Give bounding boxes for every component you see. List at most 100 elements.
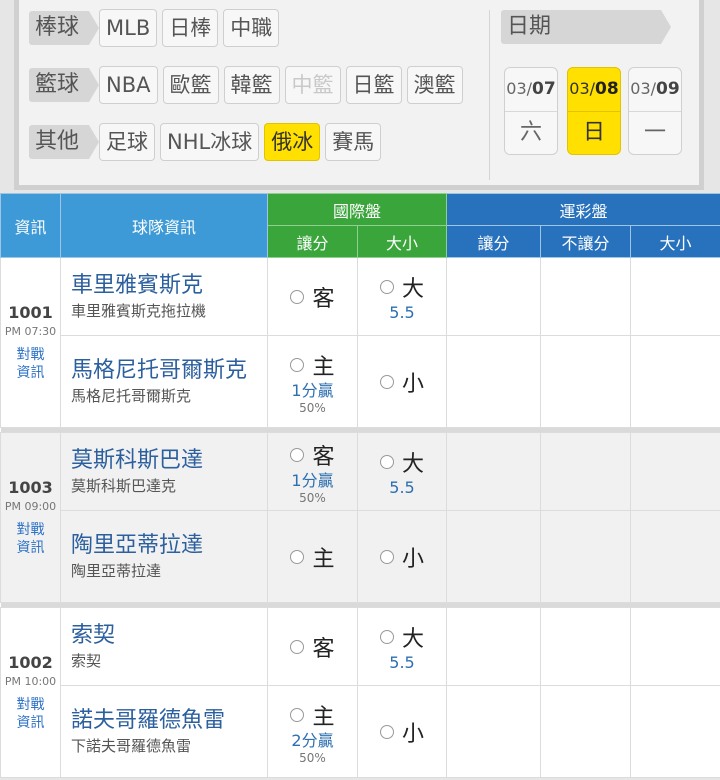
radio-button[interactable] bbox=[290, 639, 305, 654]
header-lottery: 運彩盤 bbox=[446, 193, 720, 226]
radio-button[interactable] bbox=[380, 549, 394, 564]
intl-spread-cell[interactable]: 客 1分贏 50% bbox=[267, 432, 358, 511]
league-chip[interactable]: 日籃 bbox=[345, 66, 402, 104]
team-fullname: 陶里亞蒂拉達 bbox=[71, 562, 162, 580]
total-option[interactable]: 小 bbox=[380, 716, 424, 748]
team-name[interactable]: 莫斯科斯巴達 bbox=[71, 447, 267, 475]
league-chip[interactable]: NHL冰球 bbox=[160, 123, 260, 161]
intl-total-cell[interactable]: 大 5.5 bbox=[356, 432, 448, 511]
spread-option[interactable]: 主 bbox=[290, 349, 335, 381]
spread-side: 客 bbox=[312, 636, 335, 662]
filter-row-1: 籃球 NBA 歐籃 韓籃 中籃 日籃 澳籃 bbox=[29, 66, 468, 104]
game-time: PM 10:00 bbox=[4, 675, 57, 688]
radio-button[interactable] bbox=[290, 357, 305, 372]
league-chip[interactable]: 俄冰 bbox=[264, 123, 321, 161]
spread-option[interactable]: 主 bbox=[290, 699, 335, 731]
category-label: 棒球 bbox=[29, 11, 100, 45]
total-side: 小 bbox=[402, 371, 425, 397]
radio-button[interactable] bbox=[380, 374, 394, 389]
filter-row-2: 其他 足球 NHL冰球 俄冰 賽馬 bbox=[29, 123, 386, 161]
lottery-nospread-cell bbox=[540, 607, 632, 686]
table-row: 1003 PM 09:00 對戰 資訊 莫斯科斯巴達 莫斯科斯巴達克客 1分贏 50% 大 5.5 bbox=[0, 432, 720, 603]
team-name[interactable]: 陶里亞蒂拉達 bbox=[71, 532, 267, 560]
matchup-info-link[interactable]: 對戰 資訊 bbox=[1, 696, 60, 732]
intl-total-cell[interactable]: 小 bbox=[356, 685, 448, 778]
team-name[interactable]: 車里雅賓斯克 bbox=[71, 272, 267, 300]
lottery-spread-cell bbox=[446, 432, 542, 511]
total-side: 大 bbox=[402, 626, 425, 652]
league-chip[interactable]: 澳籃 bbox=[406, 66, 463, 104]
total-side: 大 bbox=[402, 451, 425, 477]
league-chip[interactable]: 足球 bbox=[99, 123, 156, 161]
date-button[interactable]: 03/09 一 bbox=[628, 67, 682, 155]
intl-spread-cell[interactable]: 客 bbox=[267, 607, 358, 686]
radio-button[interactable] bbox=[380, 724, 394, 739]
team-fullname: 索契 bbox=[71, 652, 102, 670]
date-daynum: 09 bbox=[656, 79, 680, 99]
header-intl-total: 大小 bbox=[356, 225, 448, 258]
radio-button[interactable] bbox=[380, 454, 394, 469]
date-button[interactable]: 03/07 六 bbox=[504, 67, 558, 155]
game-number: 1003 bbox=[8, 478, 53, 497]
total-option[interactable]: 小 bbox=[380, 366, 424, 398]
intl-total-cell[interactable]: 大 5.5 bbox=[356, 607, 448, 686]
table-row: 馬格尼托哥爾斯克 馬格尼托哥爾斯克主 1分贏 50% 小 bbox=[1, 335, 720, 428]
header-lot-spread: 讓分 bbox=[446, 225, 542, 258]
date-weekday: 六 bbox=[519, 120, 542, 145]
lottery-nospread-cell bbox=[540, 685, 632, 778]
team-name[interactable]: 馬格尼托哥爾斯克 bbox=[71, 357, 267, 385]
odds-table: 資訊 球隊資訊 國際盤 運彩盤 讓分 大小 讓分 不讓分 大小 1001 PM 0… bbox=[0, 193, 720, 778]
league-chip[interactable]: NBA bbox=[99, 66, 158, 104]
game-info: 1002 PM 10:00 對戰 資訊 bbox=[0, 607, 61, 778]
radio-button[interactable] bbox=[290, 289, 305, 304]
spread-percent: 50% bbox=[299, 750, 326, 765]
total-option[interactable]: 大 bbox=[380, 446, 424, 478]
header-intl-spread: 讓分 bbox=[267, 225, 358, 258]
radio-button[interactable] bbox=[290, 447, 305, 462]
game-info: 1001 PM 07:30 對戰 資訊 bbox=[0, 257, 61, 428]
table-row: 陶里亞蒂拉達 陶里亞蒂拉達主小 bbox=[1, 510, 720, 603]
date-daynum: 07 bbox=[532, 79, 556, 99]
league-chip[interactable]: MLB bbox=[99, 9, 158, 47]
date-button[interactable]: 03/08 日 bbox=[567, 67, 621, 155]
league-chip[interactable]: 中職 bbox=[223, 9, 280, 47]
lottery-nospread-cell bbox=[540, 257, 632, 336]
radio-button[interactable] bbox=[290, 549, 305, 564]
intl-spread-cell[interactable]: 主 1分贏 50% bbox=[267, 335, 358, 428]
league-chip[interactable]: 韓籃 bbox=[223, 66, 280, 104]
league-chip[interactable]: 歐籃 bbox=[162, 66, 219, 104]
intl-total-cell[interactable]: 小 bbox=[356, 335, 448, 428]
intl-total-cell[interactable]: 小 bbox=[356, 510, 448, 603]
league-chip[interactable]: 日棒 bbox=[162, 9, 219, 47]
total-side: 小 bbox=[402, 546, 425, 572]
spread-option[interactable]: 客 bbox=[290, 439, 335, 471]
date-day: 03/07 bbox=[505, 68, 557, 112]
date-weekday: 日 bbox=[582, 120, 605, 145]
matchup-info-link[interactable]: 對戰 資訊 bbox=[1, 346, 60, 382]
game-time: PM 09:00 bbox=[4, 500, 57, 513]
total-option[interactable]: 大 bbox=[380, 271, 424, 303]
league-chip[interactable]: 賽馬 bbox=[325, 123, 382, 161]
intl-spread-cell[interactable]: 主 2分贏 50% bbox=[267, 685, 358, 778]
team-info: 陶里亞蒂拉達 陶里亞蒂拉達 bbox=[60, 510, 268, 603]
radio-button[interactable] bbox=[380, 279, 394, 294]
spread-option[interactable]: 客 bbox=[290, 631, 335, 663]
date-weekday: 一 bbox=[643, 120, 666, 145]
spread-option[interactable]: 客 bbox=[290, 281, 335, 313]
matchup-info-link[interactable]: 對戰 資訊 bbox=[1, 521, 60, 557]
panel-divider bbox=[489, 10, 490, 180]
total-side: 小 bbox=[402, 721, 425, 747]
intl-total-cell[interactable]: 大 5.5 bbox=[356, 257, 448, 336]
team-name[interactable]: 索契 bbox=[71, 622, 267, 650]
team-name[interactable]: 諾夫哥羅德魚雷 bbox=[71, 707, 267, 735]
total-option[interactable]: 小 bbox=[380, 541, 424, 573]
lottery-spread-cell bbox=[446, 510, 542, 603]
total-line: 5.5 bbox=[389, 652, 415, 672]
intl-spread-cell[interactable]: 客 bbox=[267, 257, 358, 336]
total-option[interactable]: 大 bbox=[380, 621, 424, 653]
intl-spread-cell[interactable]: 主 bbox=[267, 510, 358, 603]
radio-button[interactable] bbox=[290, 707, 305, 722]
radio-button[interactable] bbox=[380, 629, 394, 644]
spread-option[interactable]: 主 bbox=[290, 541, 335, 573]
header-lot-total: 大小 bbox=[630, 225, 720, 258]
